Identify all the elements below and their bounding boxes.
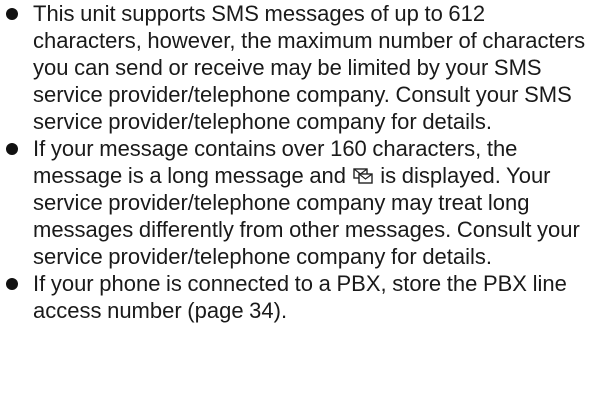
bullet-icon xyxy=(6,278,18,290)
note-text: If your phone is connected to a PBX, sto… xyxy=(33,271,567,323)
long-message-icon xyxy=(352,168,373,184)
note-sms-length: This unit supports SMS messages of up to… xyxy=(0,0,597,135)
note-text: This unit supports SMS messages of up to… xyxy=(33,1,586,134)
note-pbx: If your phone is connected to a PBX, sto… xyxy=(0,270,597,324)
bullet-icon xyxy=(6,143,18,155)
notes-list: This unit supports SMS messages of up to… xyxy=(0,0,597,324)
bullet-icon xyxy=(6,8,18,20)
note-long-message: If your message contains over 160 charac… xyxy=(0,135,597,270)
